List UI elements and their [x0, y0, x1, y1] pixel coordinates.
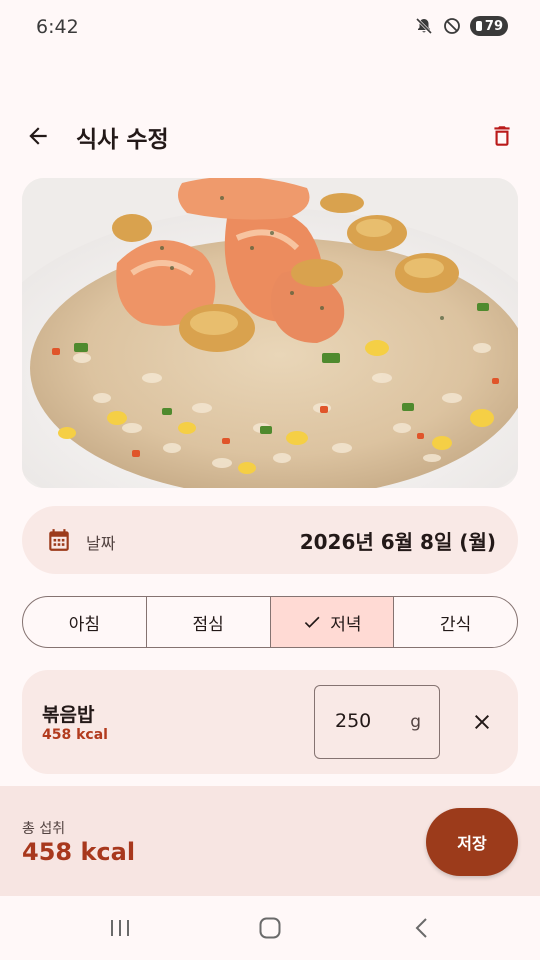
meal-type-selector: 아침 점심 저녁 간식	[22, 596, 518, 648]
meal-type-breakfast[interactable]: 아침	[23, 597, 147, 647]
meal-type-snack[interactable]: 간식	[394, 597, 517, 647]
status-time: 6:42	[36, 16, 79, 38]
battery-level: 79	[484, 18, 503, 34]
close-icon	[475, 715, 489, 729]
chevron-left-icon	[415, 918, 427, 938]
date-label: 날짜	[86, 534, 116, 553]
meal-type-label: 간식	[439, 614, 472, 635]
date-card[interactable]: 날짜 2026년 6월 8일 (월)	[22, 506, 518, 574]
check-icon	[305, 616, 320, 628]
back-nav-button[interactable]	[402, 914, 442, 942]
system-nav-bar	[0, 896, 540, 960]
meal-type-label: 저녁	[330, 614, 362, 635]
meal-type-label: 아침	[68, 614, 101, 635]
delete-button[interactable]	[484, 118, 520, 154]
fried-rice-image	[22, 178, 518, 488]
mute-icon	[415, 17, 433, 35]
back-button[interactable]	[20, 118, 56, 154]
top-app-bar: 식사 수정	[0, 108, 540, 164]
status-icons: 79	[414, 16, 508, 36]
home-button[interactable]	[250, 914, 290, 942]
home-icon	[259, 917, 281, 939]
total-intake-label: 총 섭취	[22, 821, 66, 837]
date-value: 2026년 6월 8일 (월)	[299, 530, 496, 554]
do-not-disturb-icon	[444, 18, 460, 34]
amount-value: 250	[335, 710, 372, 732]
arrow-back-icon	[29, 127, 47, 145]
recent-apps-icon	[111, 920, 129, 936]
page-title: 식사 수정	[76, 127, 169, 153]
amount-unit: g	[410, 712, 421, 732]
save-button[interactable]: 저장	[426, 808, 518, 876]
food-name: 볶음밥	[42, 704, 95, 726]
battery-indicator: 79	[470, 16, 508, 36]
status-bar: 6:42 79	[0, 0, 540, 56]
recent-apps-button[interactable]	[100, 914, 140, 942]
food-photo[interactable]	[22, 178, 518, 488]
calendar-icon	[49, 529, 69, 551]
meal-type-dinner[interactable]: 저녁	[270, 597, 395, 647]
summary-bar: 총 섭취 458 kcal 저장	[0, 786, 540, 896]
food-item-card: 볶음밥 458 kcal 250 g	[22, 670, 518, 774]
total-intake-value: 458 kcal	[22, 838, 136, 866]
food-kcal: 458 kcal	[42, 727, 108, 743]
meal-type-label: 점심	[192, 614, 224, 635]
trash-icon	[494, 126, 510, 146]
meal-type-lunch[interactable]: 점심	[147, 597, 271, 647]
remove-food-button[interactable]	[466, 706, 498, 738]
amount-field[interactable]: 250 g	[314, 685, 440, 759]
